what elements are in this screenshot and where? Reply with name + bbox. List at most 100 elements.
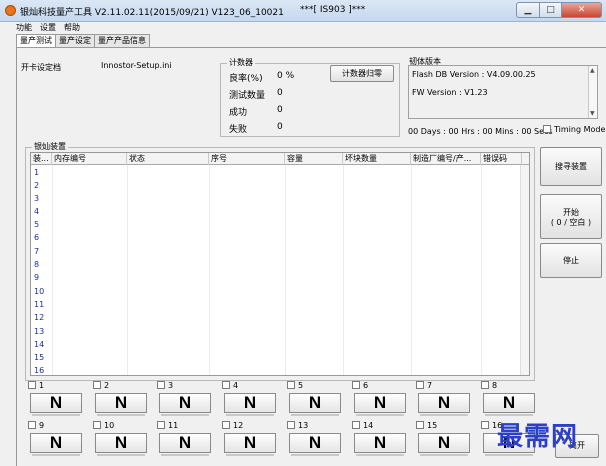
slot-9[interactable]: 9N (28, 421, 84, 456)
slot-label: 5 (298, 381, 304, 390)
slot-6[interactable]: 6N (352, 381, 408, 416)
yield-label: 良率(%) (229, 74, 263, 84)
slot-checkbox[interactable] (28, 381, 36, 389)
slot-7[interactable]: 7N (416, 381, 472, 416)
table-row[interactable]: 12 (34, 313, 44, 322)
table-row[interactable]: 8 (34, 260, 39, 269)
reset-counter-button[interactable]: 计数器归零 (330, 65, 394, 82)
slot-checkbox[interactable] (416, 381, 424, 389)
col-error-code[interactable]: 错误码 (481, 153, 522, 165)
slot-label: 9 (39, 421, 45, 430)
tab-product-info[interactable]: 量产产品信息 (94, 34, 150, 47)
slot-checkbox[interactable] (481, 421, 489, 429)
table-row[interactable]: 10 (34, 287, 44, 296)
slot-status[interactable]: N (224, 393, 276, 416)
maximize-button[interactable]: □ (540, 2, 562, 18)
col-manufacturer-id[interactable]: 制造厂编号/产... (411, 153, 481, 165)
table-row[interactable]: 7 (34, 247, 39, 256)
scroll-up-icon[interactable]: ▲ (590, 67, 595, 74)
slot-status[interactable]: N (159, 433, 211, 456)
setup-file: Innostor-Setup.ini (101, 61, 172, 70)
slot-5[interactable]: 5N (287, 381, 343, 416)
table-row[interactable]: 3 (34, 194, 39, 203)
slot-checkbox[interactable] (157, 421, 165, 429)
slot-checkbox[interactable] (28, 421, 36, 429)
slot-checkbox[interactable] (222, 421, 230, 429)
menu-function[interactable]: 功能 (16, 22, 32, 34)
slot-13[interactable]: 13 N (287, 421, 343, 456)
slot-checkbox[interactable] (157, 381, 165, 389)
slot-checkbox[interactable] (352, 421, 360, 429)
slot-status[interactable]: N (159, 393, 211, 416)
slot-checkbox[interactable] (287, 421, 295, 429)
col-bad-blocks[interactable]: 坏块数量 (343, 153, 411, 165)
table-row[interactable]: 5 (34, 220, 39, 229)
slot-status[interactable]: N (354, 433, 406, 456)
slot-8[interactable]: 8N (481, 381, 537, 416)
slot-12[interactable]: 12 N (222, 421, 278, 456)
slot-checkbox[interactable] (352, 381, 360, 389)
timing-mode-checkbox[interactable] (543, 125, 551, 133)
slot-status[interactable]: N (95, 393, 147, 416)
slot-checkbox[interactable] (93, 381, 101, 389)
table-row[interactable]: 2 (34, 181, 39, 190)
slot-label: 3 (168, 381, 174, 390)
start-button[interactable]: 开始 ( 0 / 空白 ) (540, 194, 602, 239)
firmware-info-box: Flash DB Version : V4.09.00.25 FW Versio… (408, 65, 598, 119)
counter-title: 计数器 (227, 57, 255, 68)
minimize-button[interactable]: ▁ (516, 2, 540, 18)
slot-status[interactable]: N (30, 433, 82, 456)
col-serial[interactable]: 序号 (209, 153, 285, 165)
slot-status[interactable]: N (30, 393, 82, 416)
table-row[interactable]: 14 (34, 340, 44, 349)
slot-checkbox[interactable] (287, 381, 295, 389)
col-device[interactable]: 装... (31, 153, 52, 165)
slot-status[interactable]: N (224, 433, 276, 456)
slot-status[interactable]: N (418, 393, 470, 416)
slot-2[interactable]: 2N (93, 381, 149, 416)
slot-11[interactable]: 11 N (157, 421, 213, 456)
slot-checkbox[interactable] (481, 381, 489, 389)
slot-checkbox[interactable] (222, 381, 230, 389)
slot-checkbox[interactable] (93, 421, 101, 429)
timing-mode-label: Timing Mode (554, 125, 606, 134)
slot-status[interactable]: N (289, 433, 341, 456)
slot-label: 8 (492, 381, 498, 390)
col-capacity[interactable]: 容量 (285, 153, 343, 165)
table-row[interactable]: 11 (34, 300, 44, 309)
device-table[interactable]: 装... 内存编号 状态 序号 容量 坏块数量 制造厂编号/产... 错误码 1… (30, 152, 530, 376)
slot-status[interactable]: N (483, 393, 535, 416)
slot-3[interactable]: 3N (157, 381, 213, 416)
slot-4[interactable]: 4N (222, 381, 278, 416)
col-memory-id[interactable]: 内存编号 (52, 153, 127, 165)
slot-status[interactable]: N (289, 393, 341, 416)
menu-settings[interactable]: 设置 (40, 22, 56, 34)
firmware-scrollbar[interactable]: ▲ ▼ (588, 66, 597, 118)
table-row[interactable]: 6 (34, 233, 39, 242)
slot-1[interactable]: 1N (28, 381, 84, 416)
table-scrollbar[interactable] (520, 165, 529, 375)
col-status[interactable]: 状态 (127, 153, 209, 165)
slot-15[interactable]: 15 N (416, 421, 472, 456)
close-button[interactable]: ✕ (562, 2, 602, 18)
slot-status[interactable]: N (354, 393, 406, 416)
search-device-button[interactable]: 搜寻装置 (540, 147, 602, 186)
table-row[interactable]: 4 (34, 207, 39, 216)
slot-10[interactable]: 10 N (93, 421, 149, 456)
window-title-suffix: ***[ IS903 ]*** (300, 5, 366, 15)
table-row[interactable]: 9 (34, 273, 39, 282)
stop-button[interactable]: 停止 (540, 243, 602, 278)
timing-mode-option[interactable]: Timing Mode (543, 125, 605, 134)
table-row[interactable]: 15 (34, 353, 44, 362)
slot-14[interactable]: 14 N (352, 421, 408, 456)
table-row[interactable]: 16 (34, 366, 44, 375)
slot-status[interactable]: N (95, 433, 147, 456)
table-row[interactable]: 1 (34, 168, 39, 177)
table-row[interactable]: 13 (34, 327, 44, 336)
tab-production-settings[interactable]: 量产设定 (55, 34, 95, 47)
slot-checkbox[interactable] (416, 421, 424, 429)
slot-status[interactable]: N (418, 433, 470, 456)
scroll-down-icon[interactable]: ▼ (590, 110, 595, 117)
menu-help[interactable]: 帮助 (64, 22, 80, 34)
tab-production-test[interactable]: 量产测试 (16, 34, 56, 48)
